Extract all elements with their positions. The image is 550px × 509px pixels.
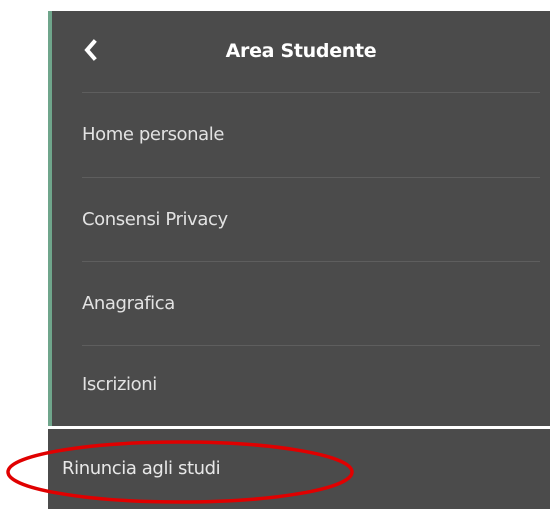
- menu-item-anagrafica[interactable]: Anagrafica: [52, 262, 540, 346]
- menu-item-home-personale[interactable]: Home personale: [52, 93, 540, 177]
- menu-item-label: Anagrafica: [82, 293, 175, 314]
- menu-item-iscrizioni[interactable]: Iscrizioni: [52, 346, 540, 424]
- menu-item-label: Iscrizioni: [82, 374, 157, 395]
- menu-item-label: Consensi Privacy: [82, 209, 228, 230]
- menu-title: Area Studente: [225, 40, 377, 62]
- menu-header: Area Studente: [52, 11, 550, 91]
- screenshot-stage: Area Studente Home personale Consensi Pr…: [0, 0, 550, 509]
- menu-item-label: Home personale: [82, 124, 225, 145]
- chevron-left-icon[interactable]: [82, 38, 98, 62]
- menu-item-label: Rinuncia agli studi: [62, 458, 221, 479]
- menu-item-rinuncia-agli-studi[interactable]: Rinuncia agli studi: [48, 429, 550, 509]
- menu-item-consensi-privacy[interactable]: Consensi Privacy: [52, 178, 540, 262]
